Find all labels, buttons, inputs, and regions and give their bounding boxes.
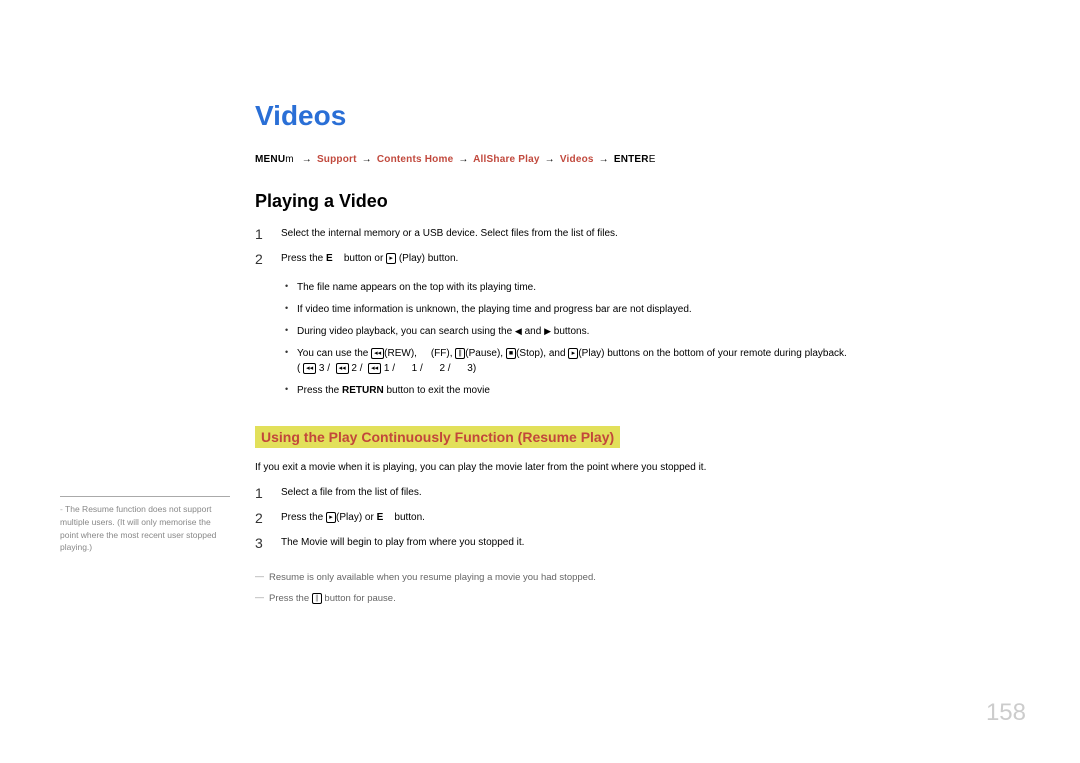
- breadcrumb-item-allshare-play: AllShare Play: [473, 154, 540, 165]
- bullet-return: Press the RETURN button to exit the movi…: [281, 383, 1035, 398]
- breadcrumb-arrow: →: [458, 154, 468, 165]
- breadcrumb-item-videos: Videos: [560, 154, 594, 165]
- main-content: Videos MENUm → Support → Contents Home →…: [255, 100, 1035, 606]
- pause-icon: ∥: [455, 348, 465, 359]
- section-heading-resume: Using the Play Continuously Function (Re…: [255, 426, 620, 448]
- note-resume-availability: Resume is only available when you resume…: [255, 570, 1035, 585]
- play-icon: ▸: [386, 253, 396, 264]
- resume-intro: If you exit a movie when it is playing, …: [255, 460, 1035, 475]
- page-title: Videos: [255, 100, 1035, 132]
- breadcrumb-suffix: ENTERE: [614, 154, 656, 165]
- bullet-time-unknown: If video time information is unknown, th…: [281, 302, 1035, 317]
- resume-step-2: Press the ▸(Play) or E button.: [255, 510, 1035, 525]
- rew-icon: ◂◂: [371, 348, 384, 359]
- breadcrumb-prefix: MENUm: [255, 154, 294, 165]
- step-2: Press the E button or ▸ (Play) button. T…: [255, 251, 1035, 398]
- manual-page: The Resume function does not support mul…: [0, 0, 1080, 763]
- bullet-filename: The file name appears on the top with it…: [281, 280, 1035, 295]
- rew-icon: ◂◂: [368, 363, 381, 374]
- resume-steps: Select a file from the list of files. Pr…: [255, 485, 1035, 550]
- sidebar-footnote: The Resume function does not support mul…: [60, 496, 230, 554]
- breadcrumb-arrow: →: [599, 154, 609, 165]
- bullet-remote-buttons: You can use the ◂◂(REW), (FF), ∥(Pause),…: [281, 346, 1035, 376]
- left-arrow-icon: ◀: [515, 326, 522, 336]
- play-icon: ▸: [568, 348, 578, 359]
- section-heading-playing: Playing a Video: [255, 191, 1035, 212]
- breadcrumb-item-support: Support: [317, 154, 357, 165]
- pause-icon: ∥: [312, 593, 322, 604]
- breadcrumb-item-contents-home: Contents Home: [377, 154, 454, 165]
- breadcrumb: MENUm → Support → Contents Home → AllSha…: [255, 154, 1035, 165]
- resume-step-3: The Movie will begin to play from where …: [255, 535, 1035, 550]
- breadcrumb-arrow: →: [545, 154, 555, 165]
- right-arrow-icon: ▶: [544, 326, 551, 336]
- step-1: Select the internal memory or a USB devi…: [255, 226, 1035, 241]
- breadcrumb-arrow: →: [362, 154, 372, 165]
- rew-icon: ◂◂: [336, 363, 349, 374]
- note-pause: Press the ∥ button for pause.: [255, 591, 1035, 606]
- breadcrumb-arrow: →: [302, 154, 312, 165]
- playing-bullets: The file name appears on the top with it…: [281, 280, 1035, 398]
- stop-icon: ■: [506, 348, 516, 359]
- playing-steps: Select the internal memory or a USB devi…: [255, 226, 1035, 398]
- bullet-search: During video playback, you can search us…: [281, 324, 1035, 339]
- play-icon: ▸: [326, 512, 336, 523]
- resume-step-1: Select a file from the list of files.: [255, 485, 1035, 500]
- page-number: 158: [986, 699, 1026, 727]
- rew-icon: ◂◂: [303, 363, 316, 374]
